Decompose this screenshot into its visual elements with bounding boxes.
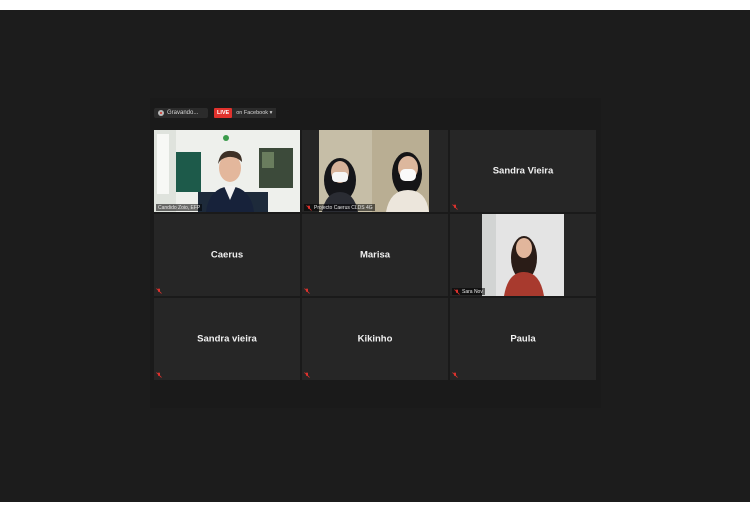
participant-name: Sandra Vieira [492,165,554,177]
participant-tile[interactable]: Kikinho [302,298,448,380]
participant-name-tag: Sara Nov [452,288,485,295]
recording-label: Gravando... [167,110,199,116]
muted-mic-icon [452,204,458,210]
recording-indicator[interactable]: Gravando... [154,108,208,118]
live-badge: LIVE [214,108,233,118]
participant-tile[interactable]: Caerus [154,214,300,296]
chevron-down-icon[interactable]: ▾ [270,110,273,116]
muted-mic-icon [156,372,162,378]
participant-tile[interactable]: Paula [450,298,596,380]
participant-tile[interactable]: Sandra vieira [154,298,300,380]
participant-name: Marisa [359,249,391,261]
participant-tile[interactable]: Sandra Vieira [450,130,596,212]
participant-video [450,214,596,296]
muted-mic-icon [452,372,458,378]
muted-mic-icon [454,288,460,295]
participant-name: Sandra vieira [197,333,257,345]
participant-name-tag: Projecto Caerus CLDS 4G [304,204,375,211]
participant-tile[interactable]: Sara Nov [450,214,596,296]
muted-mic-icon [306,204,312,211]
participant-name-tag: Candido Zoio, EFP [156,204,203,211]
participant-name: Paula [510,333,536,345]
muted-mic-icon [156,288,162,294]
meeting-toolbar: Gravando... LIVE on Facebook ▾ [154,107,277,119]
participant-name: Caerus [210,249,244,261]
participant-name: Kikinho [357,333,393,345]
muted-mic-icon [304,372,310,378]
record-icon [158,110,164,116]
participant-tile[interactable]: Projecto Caerus CLDS 4G [302,130,448,212]
participant-tile[interactable]: Candido Zoio, EFP [154,130,300,212]
participant-video [154,130,300,212]
participant-tile[interactable]: Marisa [302,214,448,296]
participant-video [302,130,448,212]
live-target-label: on Facebook ▾ [232,108,277,118]
muted-mic-icon [304,288,310,294]
live-stream-indicator[interactable]: LIVE on Facebook ▾ [214,108,277,118]
